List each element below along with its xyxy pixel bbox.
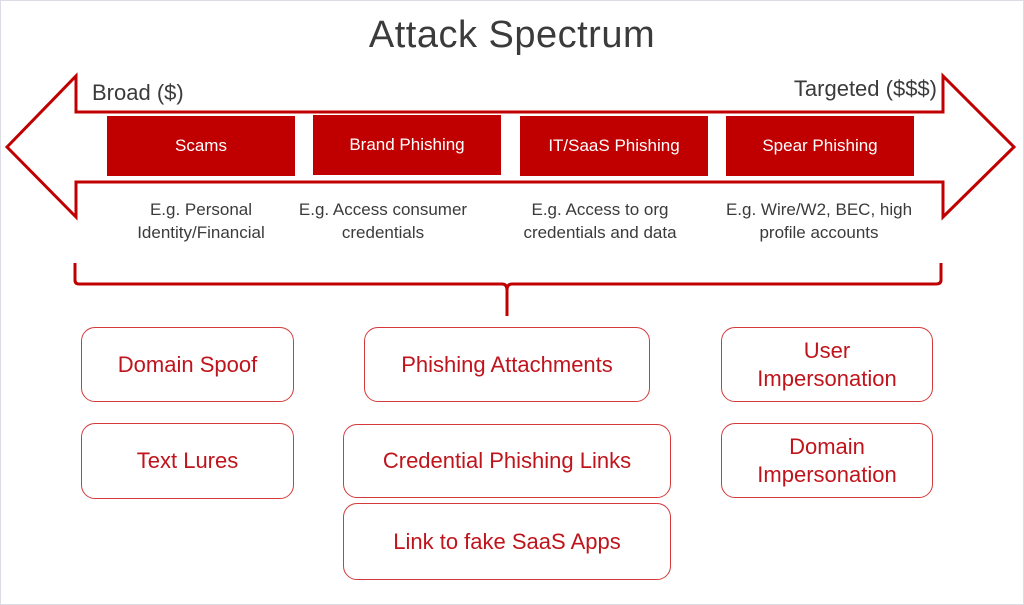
category-description: E.g. Access consumer credentials <box>281 198 485 244</box>
description-line: E.g. Wire/W2, BEC, high <box>725 200 913 219</box>
technique-phishing-attachments: Phishing Attachments <box>364 327 650 402</box>
category-description: E.g. Access to org credentials and data <box>502 198 698 244</box>
category-spear-phishing: Spear Phishing <box>726 116 914 176</box>
description-line: E.g. Access consumer <box>298 200 468 219</box>
description-line: E.g. Access to org <box>531 200 669 219</box>
category-scams: Scams <box>107 116 295 176</box>
technique-label: Domain <box>789 433 865 459</box>
technique-label: Phishing Attachments <box>401 351 613 377</box>
category-it-saas-phishing: IT/SaaS Phishing <box>520 116 708 176</box>
description-line: E.g. Personal <box>149 200 253 219</box>
description-line: credentials and data <box>523 223 677 242</box>
technique-label: Credential Phishing Links <box>382 448 632 473</box>
technique-label: Link to fake SaaS Apps <box>393 528 621 554</box>
category-label: Scams <box>175 136 227 155</box>
broad-label: Broad ($) <box>92 80 184 105</box>
technique-credential-phishing-links: Credential Phishing Links <box>343 424 671 498</box>
category-label: IT/SaaS Phishing <box>548 136 680 155</box>
category-brand-phishing: Brand Phishing <box>313 115 501 175</box>
technique-domain-impersonation: Domain Impersonation <box>721 423 933 498</box>
description-line: profile accounts <box>759 223 879 242</box>
technique-label: Text Lures <box>136 448 239 473</box>
technique-link-to-fake-saas-apps: Link to fake SaaS Apps <box>343 503 671 580</box>
description-line: credentials <box>341 223 425 242</box>
technique-user-impersonation: User Impersonation <box>721 327 933 402</box>
technique-label: Impersonation <box>757 461 897 487</box>
technique-label: User <box>803 337 851 363</box>
category-description: E.g. Personal Identity/Financial <box>101 198 301 244</box>
technique-label: Impersonation <box>757 365 897 391</box>
technique-text-lures: Text Lures <box>81 423 294 499</box>
grouping-bracket <box>73 263 943 316</box>
description-line: Identity/Financial <box>137 223 265 242</box>
targeted-label: Targeted ($$$) <box>793 76 937 101</box>
category-label: Spear Phishing <box>762 136 878 155</box>
category-label: Brand Phishing <box>349 135 465 154</box>
technique-domain-spoof: Domain Spoof <box>81 327 294 402</box>
technique-label: Domain Spoof <box>117 351 258 377</box>
category-description: E.g. Wire/W2, BEC, high profile accounts <box>706 198 932 244</box>
